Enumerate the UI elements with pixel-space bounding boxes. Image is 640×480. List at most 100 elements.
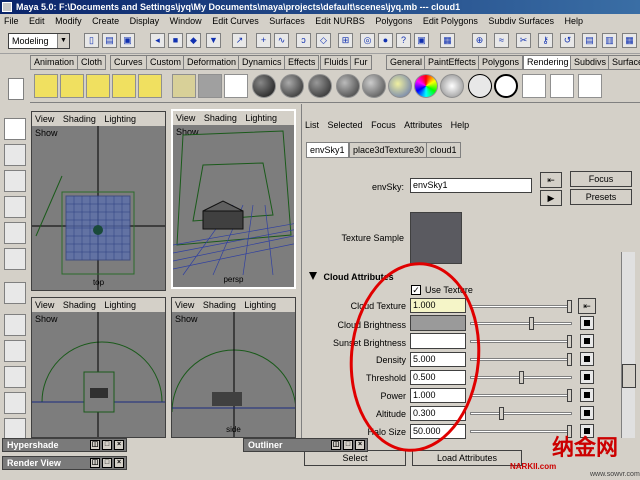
map-button-icon[interactable] xyxy=(580,406,594,420)
shelf-tab-polygons[interactable]: Polygons xyxy=(478,55,524,70)
render-icon[interactable] xyxy=(522,74,546,98)
ipr-render-icon[interactable]: ? xyxy=(396,33,411,48)
viewport-menu-shading[interactable]: Shading xyxy=(201,113,240,123)
hypershade-minimized-window[interactable]: Hypershade ◫ □ × xyxy=(2,438,127,452)
snap-plane-icon[interactable]: ◇ xyxy=(316,33,331,48)
mode-selector[interactable]: Modeling ▼ xyxy=(8,33,70,49)
slider-thumb[interactable] xyxy=(567,353,572,366)
menu-edit-nurbs[interactable]: Edit NURBS xyxy=(311,14,369,29)
cloud-texture-slider[interactable] xyxy=(470,300,572,313)
menu-file[interactable]: File xyxy=(0,14,23,29)
point-light-icon[interactable] xyxy=(86,74,110,98)
attr-scrollbar[interactable] xyxy=(621,252,636,438)
select-object-icon[interactable]: ■ xyxy=(168,33,183,48)
power-slider[interactable] xyxy=(470,389,572,402)
shelf-tab-curves[interactable]: Curves xyxy=(110,55,147,70)
viewport-menu-shading[interactable]: Shading xyxy=(60,114,99,124)
envsky-name-field[interactable]: envSky1 xyxy=(410,178,532,193)
menu-edit-curves[interactable]: Edit Curves xyxy=(208,14,263,29)
attr-menu-help[interactable]: Help xyxy=(448,120,473,130)
viewport-menu-view[interactable]: View xyxy=(173,113,198,123)
density-slider[interactable] xyxy=(470,353,572,366)
history-icon[interactable]: ◎ xyxy=(360,33,375,48)
viewport-menu-shading[interactable]: Shading xyxy=(60,300,99,310)
sunset-brightness-slider[interactable] xyxy=(470,335,572,348)
tab-cloud1[interactable]: cloud1 xyxy=(426,142,461,158)
map-button-icon[interactable] xyxy=(580,352,594,366)
four-pane-icon[interactable] xyxy=(4,340,26,362)
viewport-menu-lighting[interactable]: Lighting xyxy=(101,114,139,124)
map-button-icon[interactable] xyxy=(580,388,594,402)
viewport-front[interactable]: View Shading Lighting Show xyxy=(31,297,166,438)
cloud-brightness-slider[interactable] xyxy=(470,317,572,330)
select-tool-icon[interactable] xyxy=(4,118,26,140)
slider-thumb[interactable] xyxy=(567,335,572,348)
pane-layout-icon[interactable] xyxy=(4,366,26,388)
bend-icon[interactable]: ≈ xyxy=(494,33,509,48)
tab-envsky1[interactable]: envSky1 xyxy=(306,142,349,158)
menu-edit-polygons[interactable]: Edit Polygons xyxy=(419,14,482,29)
shelf-tab-fluids[interactable]: Fluids xyxy=(320,55,353,70)
attr-menu-attributes[interactable]: Attributes xyxy=(401,120,445,130)
pick-mask-icon[interactable]: ▼ xyxy=(206,33,221,48)
anisotropic-sphere-icon[interactable] xyxy=(362,74,386,98)
select-component-icon[interactable]: ◆ xyxy=(186,33,201,48)
layered-shader-icon[interactable] xyxy=(388,74,412,98)
render-frame-icon[interactable]: ● xyxy=(378,33,393,48)
shelf-tab-surfaces[interactable]: Surfaces xyxy=(608,55,640,70)
spot-light-icon[interactable] xyxy=(112,74,136,98)
scale-tool-icon[interactable] xyxy=(4,222,26,244)
viewport-persp[interactable]: View Shading Lighting Show persp xyxy=(171,109,296,289)
viewport-menu-lighting[interactable]: Lighting xyxy=(101,300,139,310)
go-input-icon[interactable]: ⇤ xyxy=(540,172,562,188)
slider-thumb[interactable] xyxy=(567,389,572,402)
new-scene-icon[interactable]: ▯ xyxy=(84,33,99,48)
attribute-editor-icon[interactable]: ▦ xyxy=(622,33,637,48)
menu-subdiv-surfaces[interactable]: Subdiv Surfaces xyxy=(484,14,558,29)
select-hierarchy-icon[interactable]: ◂ xyxy=(150,33,165,48)
camera-icon[interactable] xyxy=(198,74,222,98)
viewport-menu-lighting[interactable]: Lighting xyxy=(242,113,280,123)
outliner-minimized-window[interactable]: Outliner ◫ □ × xyxy=(243,438,368,452)
ambient-light-icon[interactable] xyxy=(34,74,58,98)
outliner-layout-icon[interactable] xyxy=(4,418,26,440)
trim-icon[interactable]: ✂ xyxy=(516,33,531,48)
menu-polygons[interactable]: Polygons xyxy=(371,14,416,29)
slider-thumb[interactable] xyxy=(529,317,534,330)
go-output-icon[interactable]: ▶ xyxy=(540,190,562,206)
tab-place3dtexture30[interactable]: place3dTexture30 xyxy=(349,142,429,158)
shelf-tab-dynamics[interactable]: Dynamics xyxy=(238,55,286,70)
graph-editor-icon[interactable] xyxy=(4,392,26,414)
load-attributes-button[interactable]: Load Attributes xyxy=(412,450,522,466)
shelf-tab-fur[interactable]: Fur xyxy=(350,55,372,70)
directional-light-icon[interactable] xyxy=(60,74,84,98)
attr-scrollbar-thumb[interactable] xyxy=(622,364,636,388)
shelf-tab-deformation[interactable]: Deformation xyxy=(183,55,241,70)
shelf-icon[interactable]: ▤ xyxy=(582,33,597,48)
area-light-icon[interactable] xyxy=(138,74,162,98)
menu-display[interactable]: Display xyxy=(126,14,164,29)
map-button-icon[interactable] xyxy=(580,316,594,330)
maximize-icon[interactable]: □ xyxy=(102,440,112,450)
use-background-icon[interactable] xyxy=(468,74,492,98)
collapse-arrow-icon[interactable] xyxy=(309,272,317,280)
maximize-icon[interactable]: □ xyxy=(102,458,112,468)
shelf-tab-effects[interactable]: Effects xyxy=(284,55,320,70)
shelf-tab-subdivs[interactable]: Subdivs xyxy=(570,55,611,70)
close-icon[interactable]: × xyxy=(114,440,124,450)
tool-settings-icon[interactable]: ▥ xyxy=(602,33,617,48)
menu-modify[interactable]: Modify xyxy=(51,14,86,29)
channel-box-icon[interactable]: ▦ xyxy=(440,33,455,48)
slider-thumb[interactable] xyxy=(499,407,504,420)
menu-window[interactable]: Window xyxy=(166,14,206,29)
texture-map-icon[interactable]: ⇤ xyxy=(578,298,596,314)
render-lights-icon[interactable] xyxy=(224,74,248,98)
menu-edit[interactable]: Edit xyxy=(25,14,49,29)
connect-icon[interactable]: ⚷ xyxy=(538,33,553,48)
shelf-tab-rendering[interactable]: Rendering xyxy=(523,55,573,70)
rotate-tool-icon[interactable] xyxy=(4,196,26,218)
move-tool-icon[interactable] xyxy=(4,170,26,192)
maximize-icon[interactable]: □ xyxy=(343,440,353,450)
slider-thumb[interactable] xyxy=(567,300,572,313)
attr-menu-selected[interactable]: Selected xyxy=(325,120,366,130)
